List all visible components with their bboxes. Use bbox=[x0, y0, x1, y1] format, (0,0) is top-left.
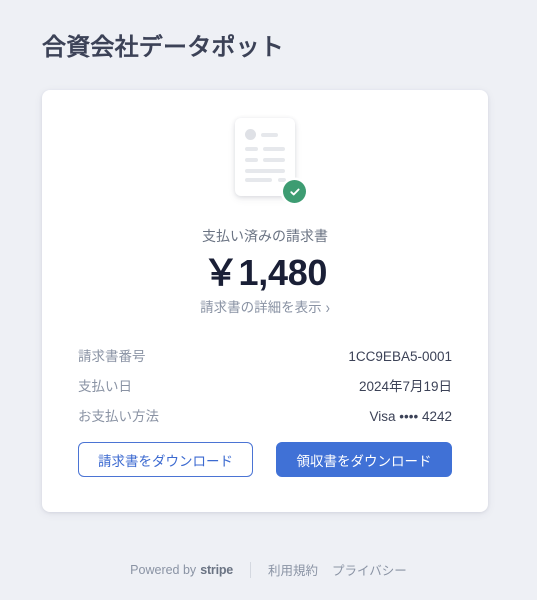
document-body-lines bbox=[245, 169, 286, 187]
detail-value: Visa •••• 4242 bbox=[369, 409, 452, 424]
detail-value: 1CC9EBA5-0001 bbox=[348, 349, 452, 364]
document-avatar-placeholder bbox=[245, 129, 256, 140]
powered-by-label: Powered by bbox=[130, 562, 197, 577]
action-buttons: 請求書をダウンロード 領収書をダウンロード bbox=[78, 442, 452, 477]
page-footer: Powered by stripe 利用規約 プライバシー bbox=[0, 560, 537, 579]
page-title: 合資会社データポット bbox=[42, 34, 284, 61]
detail-label: 支払い日 bbox=[78, 379, 132, 394]
view-invoice-details-label: 請求書の詳細を表示 bbox=[200, 300, 322, 315]
document-footer-row bbox=[245, 178, 286, 187]
document-line-placeholder bbox=[245, 169, 285, 173]
detail-value: 2024年7月19日 bbox=[358, 379, 452, 394]
stripe-wordmark: stripe bbox=[200, 562, 234, 577]
payment-status-label: 支払い済みの請求書 bbox=[202, 228, 328, 244]
terms-link[interactable]: 利用規約 bbox=[268, 560, 318, 579]
invoice-icon-container bbox=[42, 118, 488, 204]
view-invoice-details-link[interactable]: 請求書の詳細を表示 › bbox=[42, 296, 488, 317]
powered-by-stripe[interactable]: Powered by stripe bbox=[130, 563, 233, 577]
document-line-placeholder bbox=[263, 158, 285, 162]
invoice-amount: ￥1,480 bbox=[202, 252, 328, 293]
invoice-card: 支払い済みの請求書 ￥1,480 請求書の詳細を表示 › 請求書番号 1CC9EB… bbox=[42, 90, 488, 512]
document-line-placeholder bbox=[245, 158, 258, 162]
table-row: 支払い日 2024年7月19日 bbox=[78, 375, 452, 395]
footer-divider bbox=[250, 561, 252, 578]
document-title-placeholder bbox=[261, 132, 278, 137]
detail-label: お支払い方法 bbox=[78, 409, 159, 424]
document-detail-row bbox=[245, 158, 285, 162]
download-invoice-button[interactable]: 請求書をダウンロード bbox=[78, 442, 254, 477]
table-row: お支払い方法 Visa •••• 4242 bbox=[78, 405, 452, 425]
document-line-placeholder bbox=[278, 178, 286, 182]
document-detail-row bbox=[245, 147, 285, 151]
footer-links: 利用規約 プライバシー bbox=[268, 560, 407, 579]
document-header-row bbox=[245, 129, 285, 140]
chevron-right-icon: › bbox=[325, 298, 330, 317]
green-check-badge-icon bbox=[283, 180, 306, 203]
detail-label: 請求書番号 bbox=[78, 349, 146, 364]
paid-invoice-document-icon bbox=[235, 118, 306, 203]
checkout-receipt-page: 合資会社データポット 支払い済みの請求書 ￥1,480 請求書の詳細を表示 › … bbox=[0, 0, 537, 600]
privacy-link[interactable]: プライバシー bbox=[332, 560, 407, 579]
invoice-details-list: 請求書番号 1CC9EBA5-0001 支払い日 2024年7月19日 お支払い… bbox=[78, 345, 452, 435]
document-line-placeholder bbox=[245, 147, 258, 151]
download-receipt-button[interactable]: 領収書をダウンロード bbox=[276, 442, 452, 477]
table-row: 請求書番号 1CC9EBA5-0001 bbox=[78, 345, 452, 365]
document-line-placeholder bbox=[263, 147, 285, 151]
document-line-placeholder bbox=[245, 178, 272, 182]
